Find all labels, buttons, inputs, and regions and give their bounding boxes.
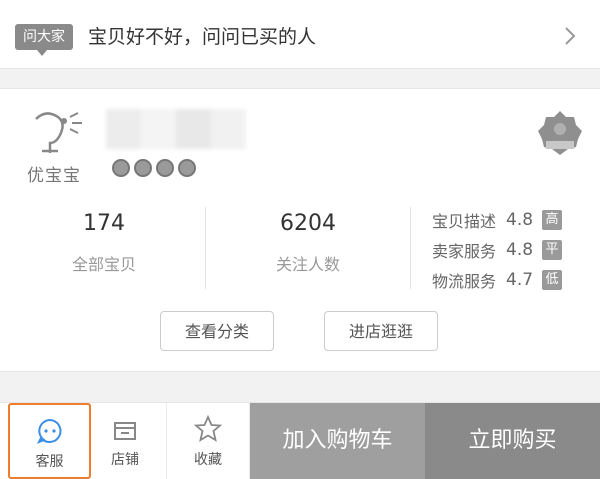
ask-everyone-bar[interactable]: 问大家 宝贝好不好，问问已买的人: [0, 0, 600, 69]
rank-diamond-icon: [134, 159, 152, 177]
buy-now-button[interactable]: 立即购买: [425, 403, 600, 479]
bottom-action-bar: 客服 店铺 收藏 加入购物车 立即购买: [0, 402, 600, 479]
score-level-badge: 平: [542, 240, 563, 260]
stat-followers-value: 6204: [280, 211, 336, 236]
shop-logo-icon: [35, 112, 82, 153]
rank-diamond-icon: [156, 159, 174, 177]
store-button[interactable]: 店铺: [84, 403, 167, 479]
enter-shop-button[interactable]: 进店逛逛: [324, 311, 438, 351]
customer-service-button[interactable]: 客服: [8, 403, 91, 479]
score-label: 宝贝描述: [432, 212, 497, 231]
chat-bubble-icon: [36, 418, 61, 444]
stat-all-items[interactable]: 174 全部宝贝: [14, 207, 194, 275]
store-icon: [114, 422, 136, 440]
gold-seller-badge-icon: [538, 111, 582, 155]
stat-followers[interactable]: 6204 关注人数: [218, 207, 398, 275]
shop-logo[interactable]: 优宝宝: [16, 107, 92, 187]
view-category-button[interactable]: 查看分类: [160, 311, 274, 351]
chevron-right-icon: [565, 27, 576, 45]
add-to-cart-button[interactable]: 加入购物车: [250, 403, 425, 479]
favorite-button[interactable]: 收藏: [167, 403, 250, 479]
divider: [410, 207, 411, 289]
score-row-description: 宝贝描述 4.8 高: [432, 205, 563, 235]
favorite-label: 收藏: [194, 452, 222, 468]
shop-logo-text: 优宝宝: [27, 166, 81, 186]
shop-name-blurred: [106, 109, 246, 149]
stat-followers-label: 关注人数: [275, 255, 340, 274]
rank-diamond-icon: [112, 159, 130, 177]
stat-all-items-label: 全部宝贝: [71, 255, 136, 274]
score-row-service: 卖家服务 4.8 平: [432, 235, 563, 265]
shop-scores: 宝贝描述 4.8 高 卖家服务 4.8 平 物流服务 4.7 低: [432, 205, 563, 295]
score-row-logistics: 物流服务 4.7 低: [432, 265, 563, 295]
score-label: 物流服务: [432, 272, 497, 291]
rank-diamond-icon: [178, 159, 196, 177]
stat-all-items-value: 174: [83, 211, 125, 236]
star-icon: [193, 414, 223, 442]
shop-rank-icons: [112, 159, 196, 181]
shop-card: 优宝宝 174 全部宝贝 6204 关注人数 宝贝描述 4.8 高 卖家服务 4…: [0, 88, 600, 372]
store-label: 店铺: [111, 452, 139, 468]
score-value: 4.8: [506, 210, 534, 230]
score-level-badge: 低: [542, 270, 563, 290]
ask-everyone-text: 宝贝好不好，问问已买的人: [88, 26, 317, 48]
score-value: 4.8: [506, 240, 534, 260]
score-value: 4.7: [506, 270, 534, 290]
ask-everyone-badge: 问大家: [15, 24, 73, 56]
score-label: 卖家服务: [432, 242, 497, 261]
customer-service-label: 客服: [35, 454, 64, 470]
score-level-badge: 高: [542, 210, 563, 230]
divider: [205, 207, 206, 289]
